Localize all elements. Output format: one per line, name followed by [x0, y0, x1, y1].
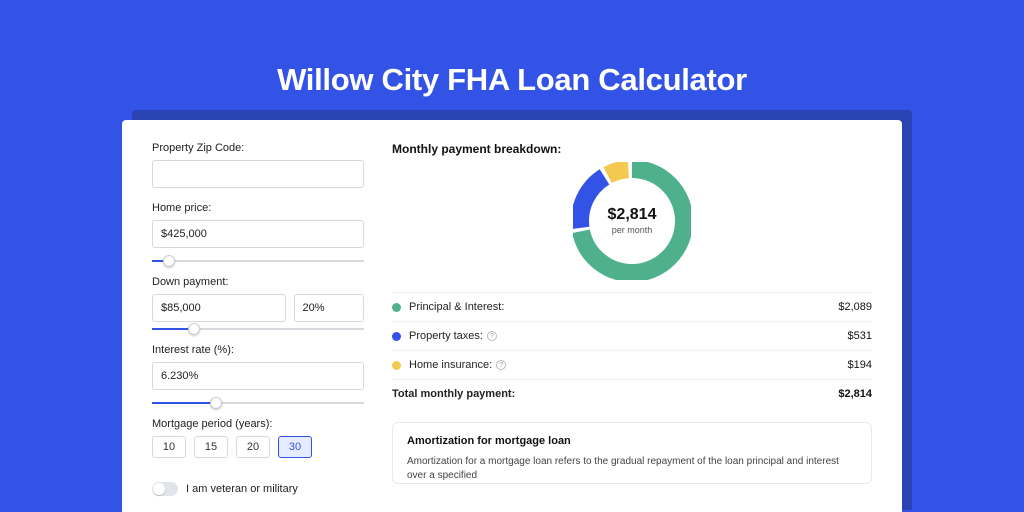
insurance-value: $194	[848, 359, 872, 371]
total-label: Total monthly payment:	[392, 388, 515, 400]
down-slider-thumb[interactable]	[188, 323, 200, 335]
veteran-toggle[interactable]	[152, 482, 178, 496]
veteran-label: I am veteran or military	[186, 483, 298, 495]
breakdown-title: Monthly payment breakdown:	[392, 142, 872, 156]
period-btn-20[interactable]: 20	[236, 436, 270, 458]
total-row: Total monthly payment: $2,814	[392, 379, 872, 408]
zip-input[interactable]	[152, 160, 364, 188]
donut-sub: per month	[612, 225, 653, 235]
rate-slider-fill	[152, 402, 216, 404]
insurance-info-icon[interactable]: ?	[496, 360, 506, 370]
breakdown-row-taxes: Property taxes:? $531	[392, 321, 872, 350]
breakdown-rows: Principal & Interest: $2,089 Property taxe…	[392, 292, 872, 379]
calculator-card: Property Zip Code: Home price: Down paym…	[122, 120, 902, 512]
period-btn-15[interactable]: 15	[194, 436, 228, 458]
rate-label: Interest rate (%):	[152, 344, 364, 356]
taxes-dot-icon	[392, 332, 401, 341]
rate-slider[interactable]	[152, 402, 364, 404]
form-panel: Property Zip Code: Home price: Down paym…	[122, 120, 382, 512]
period-btn-10[interactable]: 10	[152, 436, 186, 458]
breakdown-row-principal: Principal & Interest: $2,089	[392, 292, 872, 321]
breakdown-row-insurance: Home insurance:? $194	[392, 350, 872, 379]
zip-label: Property Zip Code:	[152, 142, 364, 154]
donut-chart: $2,814 per month	[392, 162, 872, 280]
price-input[interactable]	[152, 220, 364, 248]
rate-slider-thumb[interactable]	[210, 397, 222, 409]
donut-amount: $2,814	[608, 207, 657, 223]
down-pct-input[interactable]	[294, 294, 365, 322]
period-btn-30[interactable]: 30	[278, 436, 312, 458]
price-slider-thumb[interactable]	[163, 255, 175, 267]
taxes-label: Property taxes:	[409, 330, 483, 342]
principal-value: $2,089	[838, 301, 872, 313]
veteran-toggle-knob	[153, 483, 165, 495]
page-title: Willow City FHA Loan Calculator	[277, 62, 747, 98]
period-row: 10 15 20 30	[152, 436, 364, 458]
price-slider[interactable]	[152, 260, 364, 262]
insurance-dot-icon	[392, 361, 401, 370]
donut-center: $2,814 per month	[573, 162, 691, 280]
stage: Willow City FHA Loan Calculator Property…	[0, 0, 1024, 512]
principal-label: Principal & Interest:	[409, 301, 504, 313]
breakdown-panel: Monthly payment breakdown: $2,814 per mo…	[382, 120, 902, 512]
rate-input[interactable]	[152, 362, 364, 390]
down-label: Down payment:	[152, 276, 364, 288]
amortization-title: Amortization for mortgage loan	[407, 435, 857, 447]
card-wrap: Property Zip Code: Home price: Down paym…	[122, 120, 902, 512]
down-amount-input[interactable]	[152, 294, 286, 322]
amortization-card: Amortization for mortgage loan Amortizat…	[392, 422, 872, 484]
veteran-row: I am veteran or military	[152, 482, 364, 496]
taxes-value: $531	[848, 330, 872, 342]
amortization-text: Amortization for a mortgage loan refers …	[407, 455, 857, 483]
period-label: Mortgage period (years):	[152, 418, 364, 430]
principal-dot-icon	[392, 303, 401, 312]
price-label: Home price:	[152, 202, 364, 214]
insurance-label: Home insurance:	[409, 359, 492, 371]
taxes-info-icon[interactable]: ?	[487, 331, 497, 341]
down-slider[interactable]	[152, 328, 364, 330]
total-value: $2,814	[838, 388, 872, 400]
